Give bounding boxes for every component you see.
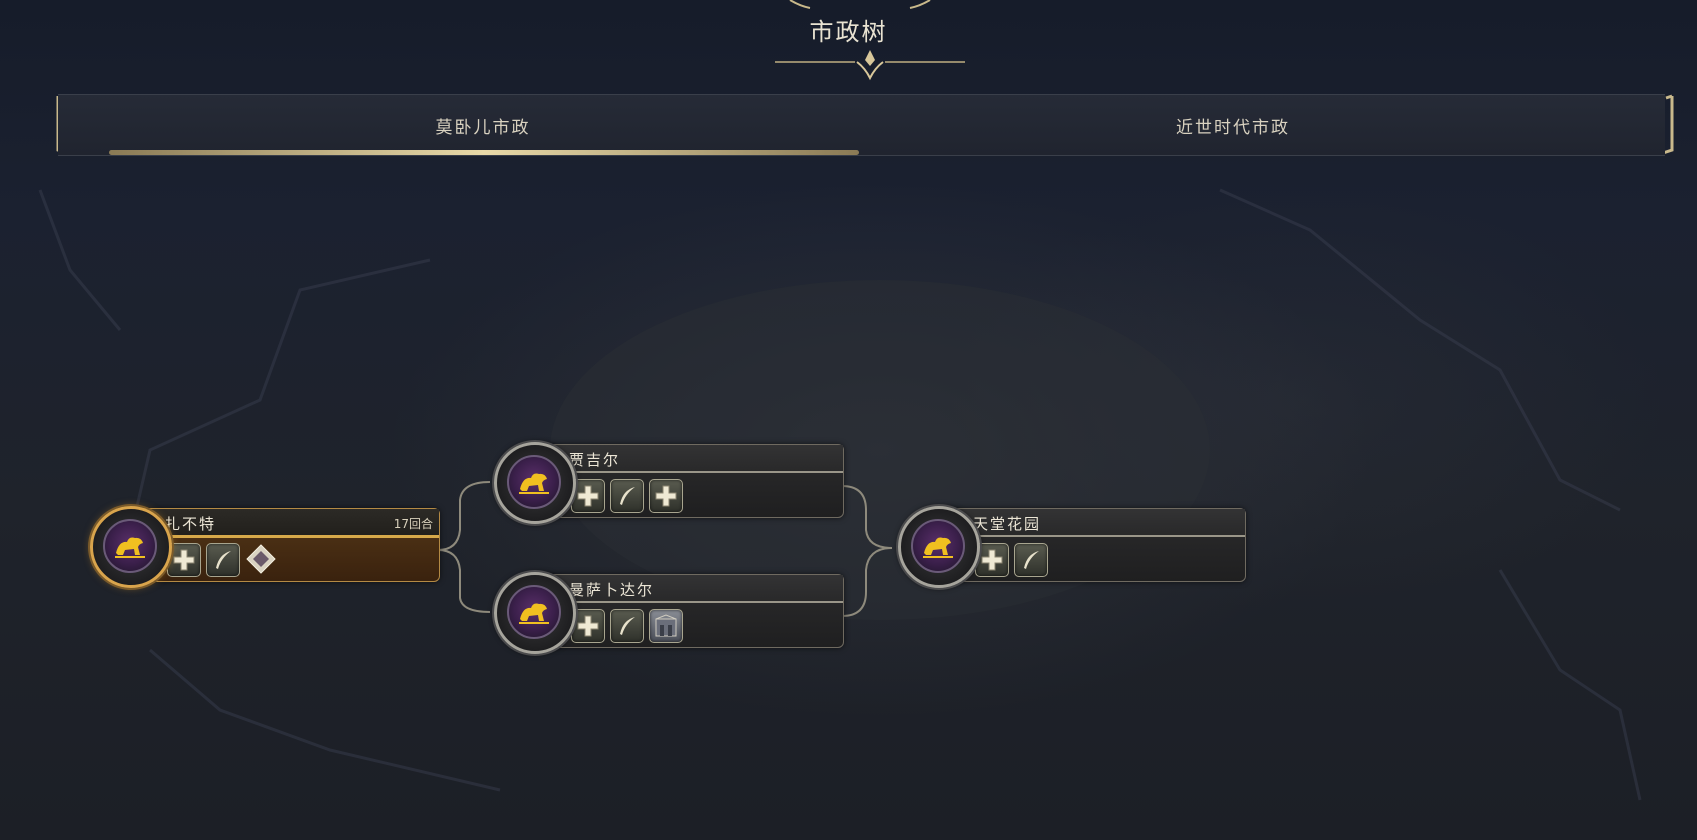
plus-icon[interactable]	[167, 543, 201, 577]
unlock-icons	[571, 609, 683, 643]
node-panel: 曼萨卜达尔	[542, 574, 844, 648]
node-panel: 贾吉尔	[542, 444, 844, 518]
plus-icon[interactable]	[975, 543, 1009, 577]
lion-emblem-icon	[507, 585, 561, 639]
node-panel: 天堂花园	[946, 508, 1246, 582]
plus-icon[interactable]	[571, 479, 605, 513]
feather-icon[interactable]	[1014, 543, 1048, 577]
civic-node-zabut[interactable]: 扎不特 17回合	[90, 506, 440, 588]
node-name-bar: 贾吉尔	[543, 445, 843, 473]
tree-connectors	[437, 481, 893, 617]
lion-emblem-icon	[103, 519, 157, 573]
civic-node-paradise-garden[interactable]: 天堂花园	[898, 506, 1248, 588]
node-panel: 扎不特 17回合	[138, 508, 440, 582]
civic-medal	[494, 572, 576, 654]
civic-medal	[898, 506, 980, 588]
node-name: 贾吉尔	[569, 451, 621, 469]
plus-icon[interactable]	[571, 609, 605, 643]
gem-icon[interactable]	[245, 543, 277, 575]
node-name: 曼萨卜达尔	[569, 581, 655, 599]
lion-emblem-icon	[507, 455, 561, 509]
node-name-bar: 曼萨卜达尔	[543, 575, 843, 603]
unlock-icons	[571, 479, 683, 513]
civic-medal	[90, 506, 172, 588]
feather-icon[interactable]	[206, 543, 240, 577]
node-name-bar: 扎不特 17回合	[139, 509, 439, 538]
node-name: 天堂花园	[973, 515, 1042, 533]
feather-icon[interactable]	[610, 479, 644, 513]
turns-remaining: 17回合	[393, 517, 433, 531]
building-icon[interactable]	[649, 609, 683, 643]
unlock-icons	[975, 543, 1048, 577]
node-name-bar: 天堂花园	[947, 509, 1245, 537]
unlock-icons	[167, 543, 277, 577]
civic-node-mansabdar[interactable]: 曼萨卜达尔	[494, 572, 844, 654]
plus-icon[interactable]	[649, 479, 683, 513]
civic-medal	[494, 442, 576, 524]
civic-node-jagir[interactable]: 贾吉尔	[494, 442, 844, 524]
lion-emblem-icon	[911, 519, 965, 573]
node-name: 扎不特	[165, 515, 217, 533]
feather-icon[interactable]	[610, 609, 644, 643]
